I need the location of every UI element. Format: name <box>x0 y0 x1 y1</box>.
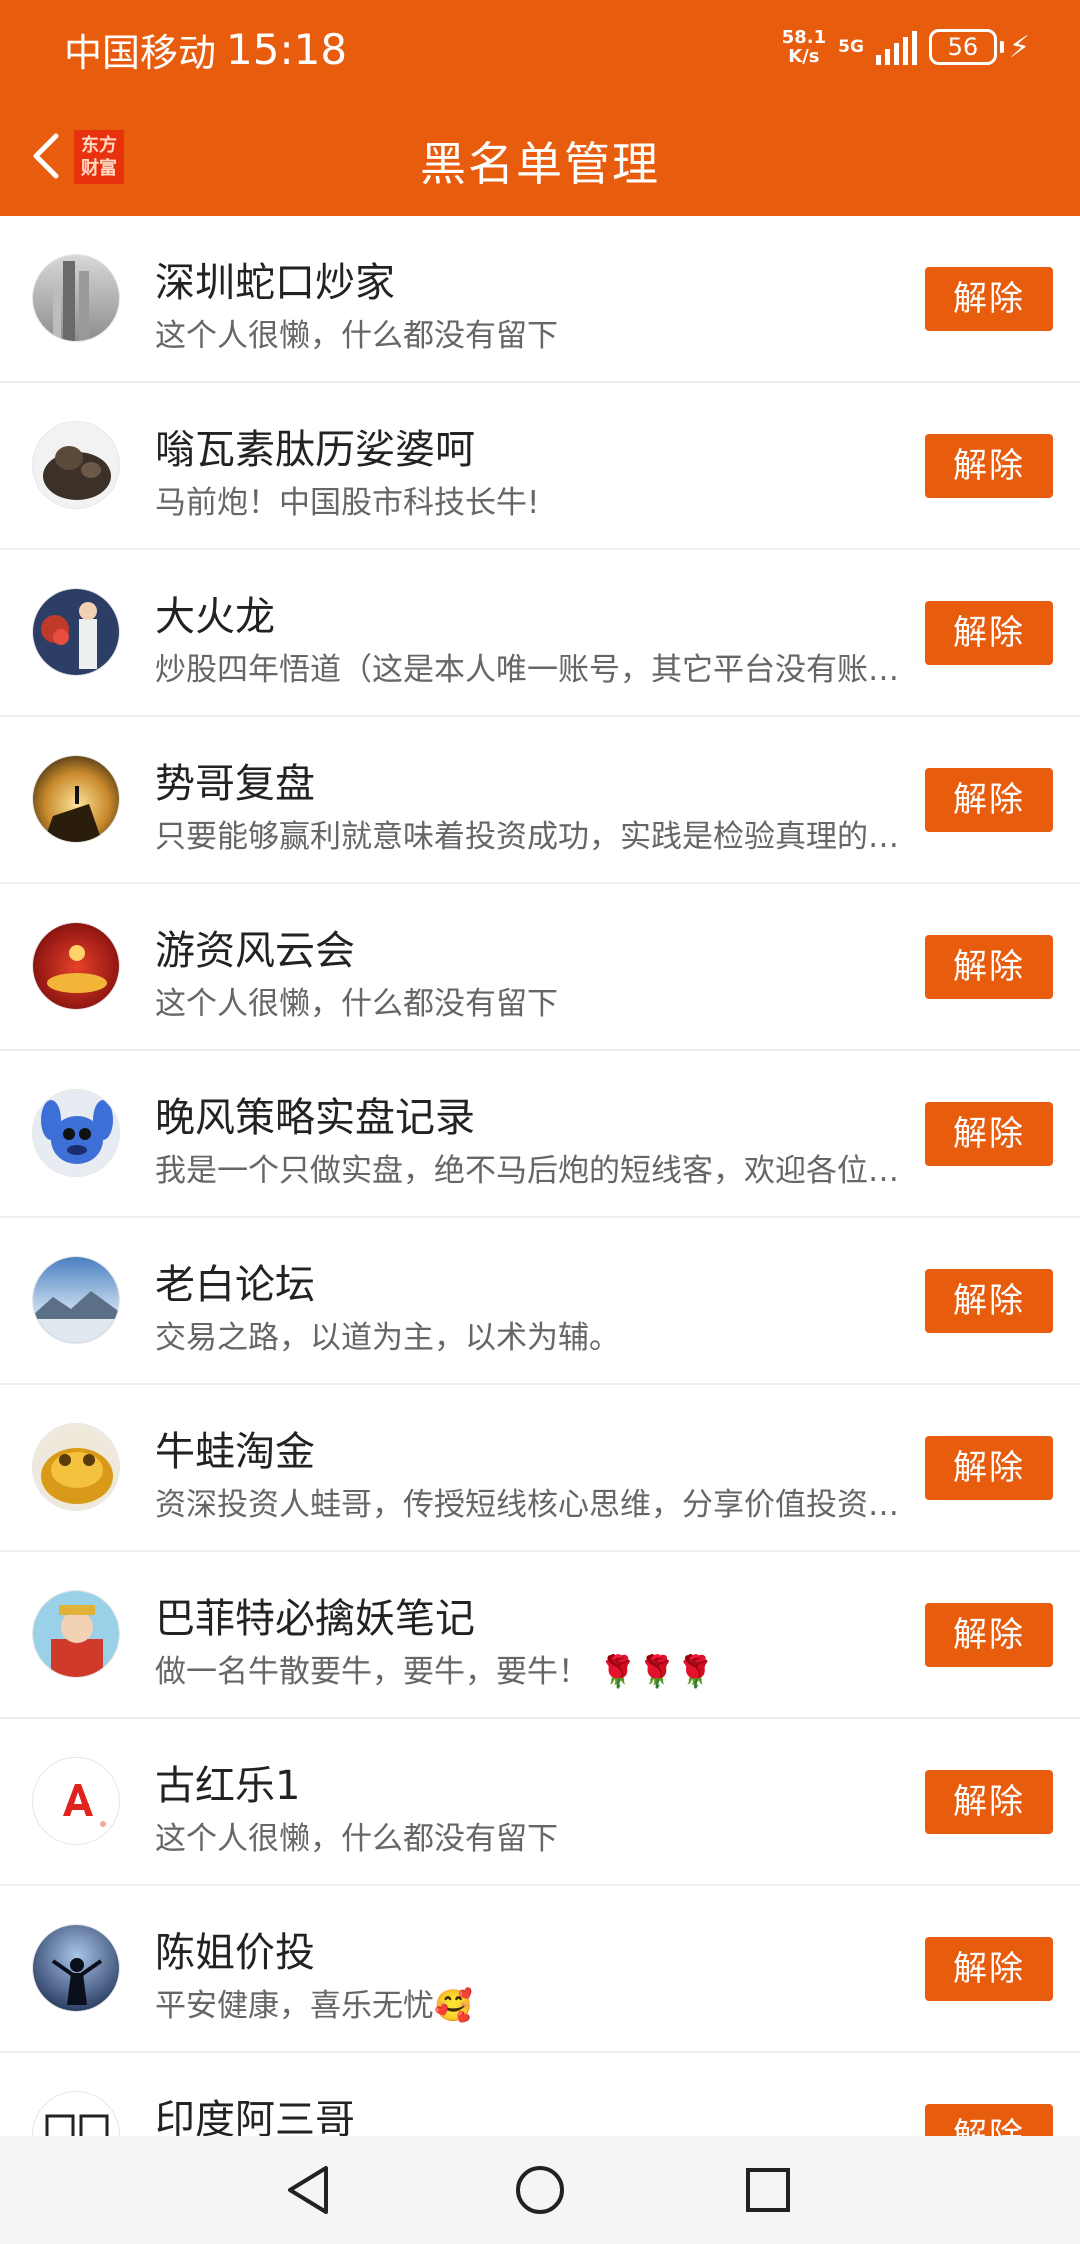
user-name[interactable]: 陈姐价投 <box>155 1920 315 1978</box>
battery-icon: 56 <box>928 29 1004 65</box>
avatar[interactable] <box>32 1924 120 2012</box>
user-bio: 这个人很懒，什么都没有留下 <box>155 318 558 354</box>
user-name[interactable]: 大火龙 <box>155 584 275 642</box>
list-item: 陈姐价投 平安健康，喜乐无忧🥰 解除 <box>0 1886 1080 2053</box>
app-header: 中国移动 15:18 58.1 K/s 5G 56 ⚡ 东方 财富 黑名单管理 <box>0 0 1080 216</box>
unblock-button[interactable]: 解除 <box>925 1436 1053 1500</box>
list-item: 古红乐1 这个人很懒，什么都没有留下 解除 <box>0 1719 1080 1886</box>
user-bio: 资深投资人蛙哥，传授短线核心思维，分享价值投资理念 <box>155 1487 911 1523</box>
user-bio: 平安健康，喜乐无忧🥰 <box>155 1988 473 2024</box>
avatar[interactable] <box>32 755 120 843</box>
avatar[interactable] <box>32 1590 120 1678</box>
user-name[interactable]: 古红乐1 <box>155 1753 300 1811</box>
status-bar: 中国移动 15:18 58.1 K/s 5G 56 ⚡ <box>0 0 1080 100</box>
user-bio: 马前炮！中国股市科技长牛! <box>155 485 540 521</box>
unblock-button[interactable]: 解除 <box>925 1603 1053 1667</box>
user-name[interactable]: 深圳蛇口炒家 <box>155 250 395 308</box>
avatar[interactable] <box>32 421 120 509</box>
system-recents-button[interactable] <box>740 2162 796 2218</box>
user-bio: 交易之路，以道为主，以术为辅。 <box>155 1320 620 1356</box>
user-bio: 炒股四年悟道（这是本人唯一账号，其它平台没有账号） <box>155 652 911 688</box>
nav-bar: 东方 财富 黑名单管理 <box>0 100 1080 216</box>
list-item: 巴菲特必擒妖笔记 做一名牛散要牛，要牛，要牛！ 🌹🌹🌹 解除 <box>0 1552 1080 1719</box>
list-item: 大火龙 炒股四年悟道（这是本人唯一账号，其它平台没有账号） 解除 <box>0 550 1080 717</box>
avatar[interactable] <box>32 1423 120 1511</box>
avatar[interactable] <box>32 1256 120 1344</box>
list-item: 牛蛙淘金 资深投资人蛙哥，传授短线核心思维，分享价值投资理念 解除 <box>0 1385 1080 1552</box>
user-name[interactable]: 嗡瓦素肽历娑婆呵 <box>155 417 475 475</box>
network-speed-value: 58.1 <box>781 27 827 48</box>
user-bio: 只要能够赢利就意味着投资成功，实践是检验真理的唯一标准 <box>155 819 911 855</box>
user-name[interactable]: 晚风策略实盘记录 <box>155 1085 475 1143</box>
circle-home-icon <box>516 2166 564 2214</box>
charging-icon: ⚡ <box>1008 29 1030 65</box>
network-speed-unit: K/s <box>788 46 820 67</box>
user-name[interactable]: 老白论坛 <box>155 1252 315 1310</box>
system-back-button[interactable] <box>282 2162 338 2218</box>
carrier-name: 中国移动 <box>64 31 217 75</box>
user-name[interactable]: 巴菲特必擒妖笔记 <box>155 1586 475 1644</box>
square-recents-icon <box>746 2168 790 2212</box>
user-name[interactable]: 势哥复盘 <box>155 751 315 809</box>
user-name[interactable]: 游资风云会 <box>155 918 355 976</box>
avatar[interactable] <box>32 1089 120 1177</box>
avatar[interactable] <box>32 922 120 1010</box>
avatar[interactable] <box>32 588 120 676</box>
list-item: 深圳蛇口炒家 这个人很懒，什么都没有留下 解除 <box>0 216 1080 383</box>
unblock-button[interactable]: 解除 <box>925 267 1053 331</box>
blocked-user-list: 深圳蛇口炒家 这个人很懒，什么都没有留下 解除 嗡瓦素肽历娑婆呵 马前炮！中国股… <box>0 216 1080 2220</box>
unblock-button[interactable]: 解除 <box>925 768 1053 832</box>
triangle-back-icon <box>288 2166 328 2214</box>
clock: 15:18 <box>226 25 348 74</box>
battery-level: 56 <box>947 33 979 61</box>
list-item: 势哥复盘 只要能够赢利就意味着投资成功，实践是检验真理的唯一标准 解除 <box>0 717 1080 884</box>
unblock-button[interactable]: 解除 <box>925 1937 1053 2001</box>
signal-icon <box>875 29 917 65</box>
page-title: 黑名单管理 <box>420 137 660 191</box>
list-item: 老白论坛 交易之路，以道为主，以术为辅。 解除 <box>0 1218 1080 1385</box>
network-type: 5G <box>838 36 864 57</box>
avatar[interactable] <box>32 1757 120 1845</box>
list-item: 晚风策略实盘记录 我是一个只做实盘，绝不马后炮的短线客，欢迎各位朋友 解除 <box>0 1051 1080 1218</box>
user-bio: 这个人很懒，什么都没有留下 <box>155 1821 558 1857</box>
user-bio: 这个人很懒，什么都没有留下 <box>155 986 558 1022</box>
system-home-button[interactable] <box>512 2162 568 2218</box>
avatar[interactable] <box>32 254 120 342</box>
unblock-button[interactable]: 解除 <box>925 1102 1053 1166</box>
unblock-button[interactable]: 解除 <box>925 1770 1053 1834</box>
list-item: 嗡瓦素肽历娑婆呵 马前炮！中国股市科技长牛! 解除 <box>0 383 1080 550</box>
user-bio: 做一名牛散要牛，要牛，要牛！ 🌹🌹🌹 <box>155 1654 715 1690</box>
unblock-button[interactable]: 解除 <box>925 434 1053 498</box>
user-name[interactable]: 牛蛙淘金 <box>155 1419 315 1477</box>
unblock-button[interactable]: 解除 <box>925 601 1053 665</box>
unblock-button[interactable]: 解除 <box>925 935 1053 999</box>
network-speed: 58.1 K/s <box>782 28 826 66</box>
system-navigation-bar <box>0 2136 1080 2244</box>
user-bio: 我是一个只做实盘，绝不马后炮的短线客，欢迎各位朋友 <box>155 1153 911 1189</box>
unblock-button[interactable]: 解除 <box>925 1269 1053 1333</box>
list-item: 游资风云会 这个人很懒，什么都没有留下 解除 <box>0 884 1080 1051</box>
